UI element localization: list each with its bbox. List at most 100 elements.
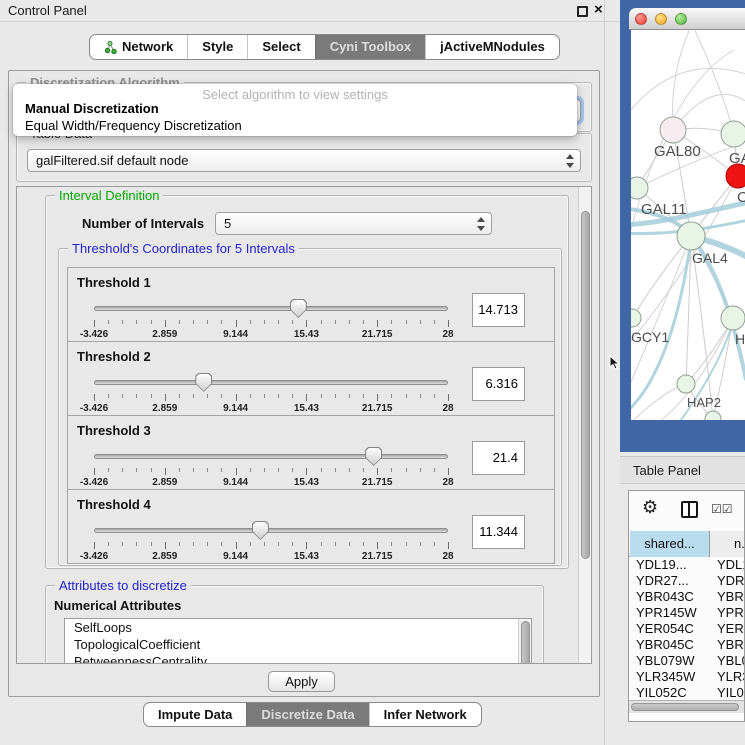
cell-shared-name[interactable]: YIL052C <box>636 685 687 700</box>
tick-mark <box>122 468 123 472</box>
table-row[interactable]: YBL079W YBL0 <box>629 653 745 669</box>
combobox-spinner-icon[interactable] <box>565 153 574 169</box>
tick-mark <box>207 394 208 398</box>
tick-mark <box>349 542 350 546</box>
tab-impute-data[interactable]: Impute Data <box>144 703 246 726</box>
network-node-hap2[interactable] <box>677 375 695 393</box>
threshold-1-slider[interactable]: -3.4262.8599.14415.4321.71528 <box>85 298 457 340</box>
slider-thumb[interactable] <box>365 447 382 466</box>
table-row[interactable]: YDL19... YDL1 <box>629 557 745 573</box>
minimize-traffic-light-icon[interactable] <box>655 13 667 25</box>
slider-track[interactable] <box>94 306 448 311</box>
slider-track[interactable] <box>94 380 448 385</box>
cell-shared-name[interactable]: YPR145W <box>636 605 697 620</box>
cell-name[interactable]: YBR0 <box>717 637 745 652</box>
tick-mark <box>391 320 392 324</box>
network-node-h[interactable] <box>721 306 745 330</box>
table-horizontal-scrollbar[interactable] <box>629 700 744 713</box>
cell-name[interactable]: YDR2 <box>717 573 745 588</box>
settings-scrollbar[interactable] <box>578 187 592 663</box>
cell-name[interactable]: YER0 <box>717 621 745 636</box>
attribute-list-item[interactable]: SelfLoops <box>65 619 531 636</box>
cell-shared-name[interactable]: YER054C <box>636 621 694 636</box>
select-all-checkboxes-icon[interactable]: ☑☑ <box>711 502 733 516</box>
network-node-gcy1[interactable] <box>631 309 641 327</box>
table-row[interactable]: YDR27... YDR2 <box>629 573 745 589</box>
network-window-titlebar[interactable] <box>629 8 745 30</box>
combobox-spinner-icon[interactable] <box>476 216 485 232</box>
zoom-traffic-light-icon[interactable] <box>675 13 687 25</box>
table-row[interactable]: YIL052C YIL0 <box>629 685 745 701</box>
tab-select[interactable]: Select <box>247 35 314 59</box>
threshold-4-value-field[interactable]: 11.344 <box>472 515 525 549</box>
threshold-3-slider[interactable]: -3.4262.8599.14415.4321.71528 <box>85 446 457 488</box>
cell-name[interactable]: YDL1 <box>717 557 745 572</box>
tab-style[interactable]: Style <box>187 35 247 59</box>
slider-track[interactable] <box>94 454 448 459</box>
tab-network[interactable]: Network <box>90 35 187 59</box>
column-header-name[interactable]: n... <box>710 531 745 557</box>
cell-shared-name[interactable]: YBR045C <box>636 637 694 652</box>
network-node-label: H <box>735 331 745 347</box>
column-header-shared-name[interactable]: shared... <box>630 531 710 557</box>
tick-mark <box>94 542 95 549</box>
threshold-1-panel: Threshold 1 -3.4262.8599.14415.4321.7152… <box>67 267 555 342</box>
cell-name[interactable]: YLR3 <box>717 669 745 684</box>
table-row[interactable]: YPR145W YPR1 <box>629 605 745 621</box>
table-row[interactable]: YBR045C YBR0 <box>629 637 745 653</box>
table-row[interactable]: YLR345W YLR3 <box>629 669 745 685</box>
float-window-icon[interactable] <box>577 6 588 17</box>
cell-name[interactable]: YIL0 <box>717 685 744 700</box>
network-node-ga[interactable] <box>721 121 745 147</box>
network-node-c[interactable] <box>726 164 745 188</box>
cell-name[interactable]: YPR1 <box>717 605 745 620</box>
slider-track[interactable] <box>94 528 448 533</box>
attributes-list[interactable]: SelfLoopsTopologicalCoefficientBetweenne… <box>64 618 532 664</box>
tab-cyni-toolbox[interactable]: Cyni Toolbox <box>315 35 425 59</box>
network-canvas[interactable]: GAL80GACGAL11GAL4GCY1HHAP2 <box>631 30 745 420</box>
tick-mark <box>448 394 449 401</box>
tick-mark <box>391 394 392 398</box>
cell-shared-name[interactable]: YBL079W <box>636 653 695 668</box>
threshold-1-value-field[interactable]: 14.713 <box>472 293 525 327</box>
table-row[interactable]: YER054C YER0 <box>629 621 745 637</box>
close-icon[interactable]: × <box>594 1 603 18</box>
cell-shared-name[interactable]: YBR043C <box>636 589 694 604</box>
apply-button[interactable]: Apply <box>268 671 335 692</box>
table-row[interactable]: YBR043C YBR0 <box>629 589 745 605</box>
network-edge[interactable] <box>631 384 686 420</box>
cell-shared-name[interactable]: YDR27... <box>636 573 689 588</box>
network-node-gal11[interactable] <box>631 177 648 199</box>
cell-shared-name[interactable]: YDL19... <box>636 557 687 572</box>
slider-thumb[interactable] <box>195 373 212 392</box>
tab-discretize-data[interactable]: Discretize Data <box>246 703 368 726</box>
threshold-4-slider[interactable]: -3.4262.8599.14415.4321.71528 <box>85 520 457 562</box>
gear-icon[interactable]: ⚙ <box>642 497 658 518</box>
network-node-gal80[interactable] <box>660 117 686 143</box>
columns-icon[interactable] <box>681 501 698 518</box>
threshold-3-value-field[interactable]: 21.4 <box>472 441 525 475</box>
number-of-intervals-combobox[interactable]: 5 <box>215 212 492 235</box>
threshold-2-value-field[interactable]: 6.316 <box>472 367 525 401</box>
tick-label: 15.43 <box>294 329 319 340</box>
attribute-list-item[interactable]: BetweennessCentrality <box>65 653 531 664</box>
slider-thumb[interactable] <box>252 521 269 540</box>
attribute-list-item[interactable]: TopologicalCoefficient <box>65 636 531 653</box>
dropdown-option-equal-width[interactable]: Equal Width/Frequency Discretization <box>25 118 242 133</box>
network-graph[interactable]: GAL80GACGAL11GAL4GCY1HHAP2 <box>631 30 745 420</box>
table-data-combobox[interactable]: galFiltered.sif default node <box>27 149 581 172</box>
tab-infer-network[interactable]: Infer Network <box>369 703 481 726</box>
network-edge[interactable] <box>632 236 691 318</box>
tick-mark <box>406 320 407 324</box>
close-traffic-light-icon[interactable] <box>635 13 647 25</box>
cell-shared-name[interactable]: YLR345W <box>636 669 695 684</box>
slider-thumb[interactable] <box>290 299 307 318</box>
cell-name[interactable]: YBL0 <box>717 653 745 668</box>
tab-jactivemnodules[interactable]: jActiveMNodules <box>425 35 559 59</box>
attributes-list-scrollbar[interactable] <box>518 619 531 664</box>
network-node-gal4[interactable] <box>677 222 705 250</box>
panel-divider[interactable] <box>604 0 605 745</box>
threshold-2-slider[interactable]: -3.4262.8599.14415.4321.71528 <box>85 372 457 414</box>
cell-name[interactable]: YBR0 <box>717 589 745 604</box>
dropdown-option-manual[interactable]: Manual Discretization <box>25 101 159 116</box>
